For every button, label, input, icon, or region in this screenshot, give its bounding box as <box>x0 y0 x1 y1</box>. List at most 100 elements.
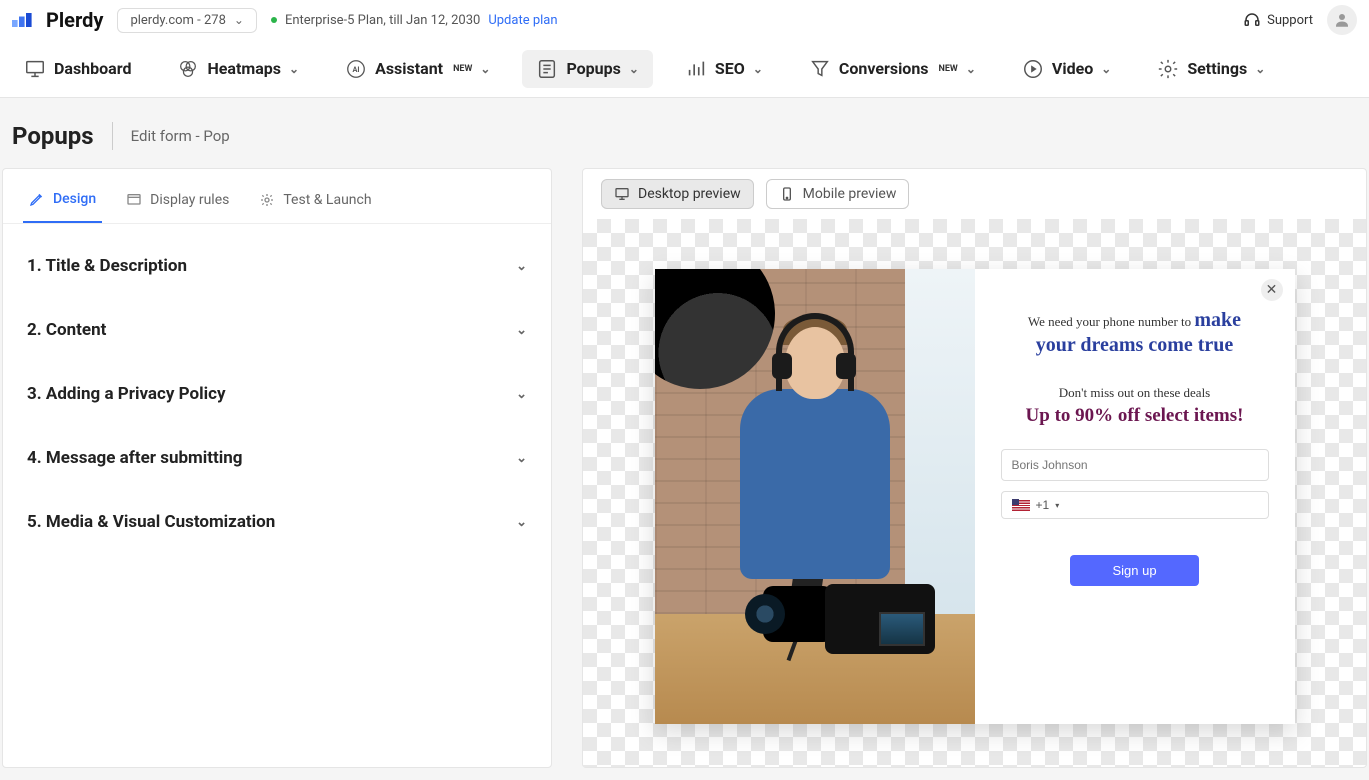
accordion-label: 4. Message after submitting <box>27 448 243 468</box>
desktop-icon <box>614 186 630 202</box>
gear-icon <box>1157 58 1179 80</box>
chevron-down-icon: ⌄ <box>516 451 527 466</box>
site-selector-label: plerdy.com - 278 <box>130 13 225 28</box>
nav-heatmaps[interactable]: Heatmaps ⌄ <box>163 50 313 88</box>
person-icon <box>1333 11 1351 29</box>
pencil-icon <box>29 191 45 207</box>
popup-image <box>655 269 975 724</box>
mobile-preview-label: Mobile preview <box>803 186 897 202</box>
nav-dashboard[interactable]: Dashboard <box>10 50 145 88</box>
nav-conversions-label: Conversions <box>839 59 929 78</box>
status-dot-icon <box>271 17 277 23</box>
accordion-label: 5. Media & Visual Customization <box>27 512 275 532</box>
preview-canvas: ✕ <box>583 219 1366 767</box>
chevron-down-icon: ⌄ <box>753 62 763 76</box>
divider <box>112 122 113 150</box>
accordion-privacy-policy[interactable]: 3. Adding a Privacy Policy ⌄ <box>3 362 551 426</box>
new-badge: NEW <box>453 64 472 74</box>
popup-preview: ✕ <box>655 269 1295 724</box>
accordion-label: 1. Title & Description <box>27 256 187 276</box>
country-code: +1 <box>1036 498 1050 512</box>
popup-headline-line1: We need your phone number to make <box>1001 309 1269 332</box>
tab-test-launch-label: Test & Launch <box>283 192 371 208</box>
signup-button[interactable]: Sign up <box>1070 555 1198 586</box>
mobile-preview-button[interactable]: Mobile preview <box>766 179 910 209</box>
close-icon: ✕ <box>1266 282 1278 298</box>
accordion-label: 2. Content <box>27 320 106 340</box>
page-title: Popups <box>12 122 94 150</box>
breadcrumb: Edit form - Pop <box>131 127 230 145</box>
svg-text:AI: AI <box>353 64 360 73</box>
nav-conversions[interactable]: Conversions NEW ⌄ <box>795 50 990 88</box>
tab-design-label: Design <box>53 191 96 207</box>
play-icon <box>1022 58 1044 80</box>
nav-video-label: Video <box>1052 59 1093 78</box>
phone-input[interactable]: +1 ▾ <box>1001 491 1269 519</box>
preview-panel: Desktop preview Mobile preview ✕ <box>582 168 1367 768</box>
nav-assistant-label: Assistant <box>375 59 443 78</box>
accordion-label: 3. Adding a Privacy Policy <box>27 384 226 404</box>
mobile-icon <box>779 186 795 202</box>
accordion-message-after[interactable]: 4. Message after submitting ⌄ <box>3 426 551 490</box>
ai-icon: AI <box>345 58 367 80</box>
nav-seo-label: SEO <box>715 59 745 78</box>
nav-dashboard-label: Dashboard <box>54 59 131 78</box>
accordion-media-visual[interactable]: 5. Media & Visual Customization ⌄ <box>3 490 551 554</box>
update-plan-link[interactable]: Update plan <box>488 13 557 28</box>
headline-prefix: We need your phone number to <box>1028 314 1194 329</box>
tab-design[interactable]: Design <box>23 183 102 223</box>
brand-logo[interactable]: Plerdy <box>12 8 103 32</box>
nav-heatmaps-label: Heatmaps <box>207 59 281 78</box>
site-selector[interactable]: plerdy.com - 278 ⌄ <box>117 8 257 33</box>
new-badge: NEW <box>939 64 958 74</box>
close-button[interactable]: ✕ <box>1261 279 1283 301</box>
accordion-title-description[interactable]: 1. Title & Description ⌄ <box>3 234 551 298</box>
chevron-down-icon: ⌄ <box>234 13 244 27</box>
chevron-down-icon: ⌄ <box>480 62 490 76</box>
tab-display-rules-label: Display rules <box>150 192 229 208</box>
nav-settings[interactable]: Settings ⌄ <box>1143 50 1279 88</box>
plan-info: Enterprise-5 Plan, till Jan 12, 2030 Upd… <box>271 13 558 28</box>
caret-down-icon: ▾ <box>1055 501 1059 510</box>
chevron-down-icon: ⌄ <box>516 387 527 402</box>
chevron-down-icon: ⌄ <box>629 62 639 76</box>
support-link[interactable]: Support <box>1243 11 1313 29</box>
popup-sub1: Don't miss out on these deals <box>1001 385 1269 401</box>
popup-headline-line2: your dreams come true <box>1001 334 1269 357</box>
nav-assistant[interactable]: AI Assistant NEW ⌄ <box>331 50 504 88</box>
desktop-preview-button[interactable]: Desktop preview <box>601 179 754 209</box>
nav-seo[interactable]: SEO ⌄ <box>671 50 777 88</box>
chevron-down-icon: ⌄ <box>1101 62 1111 76</box>
brand-name: Plerdy <box>46 8 103 32</box>
nav-popups-label: Popups <box>566 59 620 78</box>
editor-panel: Design Display rules Test & Launch 1. Ti… <box>2 168 552 768</box>
user-avatar[interactable] <box>1327 5 1357 35</box>
chevron-down-icon: ⌄ <box>516 259 527 274</box>
form-icon <box>536 58 558 80</box>
nav-video[interactable]: Video ⌄ <box>1008 50 1125 88</box>
tab-test-launch[interactable]: Test & Launch <box>253 183 377 223</box>
desktop-preview-label: Desktop preview <box>638 186 741 202</box>
plan-text: Enterprise-5 Plan, till Jan 12, 2030 <box>285 13 480 28</box>
circles-icon <box>177 58 199 80</box>
logo-icon <box>12 10 40 30</box>
chevron-down-icon: ⌄ <box>516 515 527 530</box>
window-icon <box>126 192 142 208</box>
flag-us-icon <box>1012 499 1030 511</box>
chevron-down-icon: ⌄ <box>966 62 976 76</box>
gear-icon <box>259 192 275 208</box>
chevron-down-icon: ⌄ <box>516 323 527 338</box>
chevron-down-icon: ⌄ <box>289 62 299 76</box>
tab-display-rules[interactable]: Display rules <box>120 183 235 223</box>
support-label: Support <box>1267 13 1313 28</box>
bars-icon <box>685 58 707 80</box>
funnel-icon <box>809 58 831 80</box>
nav-popups[interactable]: Popups ⌄ <box>522 50 652 88</box>
chevron-down-icon: ⌄ <box>1255 62 1265 76</box>
name-input[interactable] <box>1001 449 1269 481</box>
headline-accent1: make <box>1194 309 1241 331</box>
nav-settings-label: Settings <box>1187 59 1247 78</box>
accordion-content[interactable]: 2. Content ⌄ <box>3 298 551 362</box>
headset-icon <box>1243 11 1261 29</box>
popup-sub2: Up to 90% off select items! <box>1001 405 1269 427</box>
